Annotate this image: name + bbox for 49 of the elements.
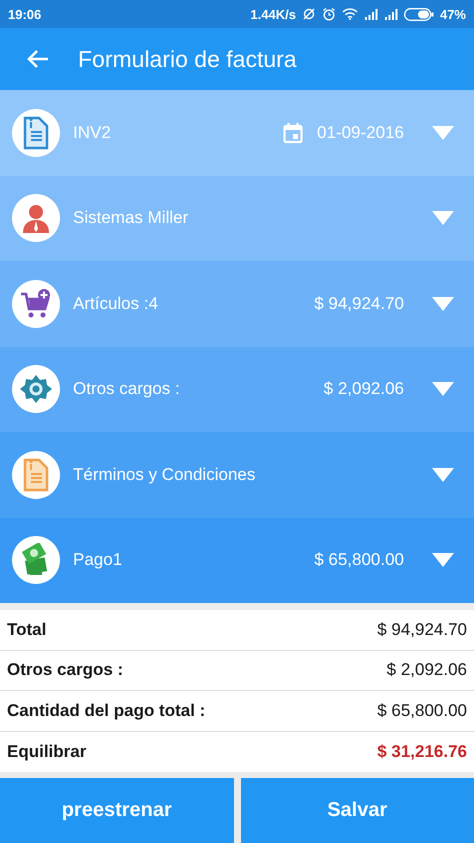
summary-value: $ 2,092.06 [386,660,467,680]
section-amount: $ 2,092.06 [324,379,404,400]
save-button[interactable]: Salvar [240,778,474,843]
section-label: Otros cargos : [73,379,181,400]
money-icon [12,536,60,584]
cart-icon [12,280,60,328]
document-icon [12,450,60,499]
section-label: Sistemas Miller [73,208,190,228]
screen-title: Formulario de factura [78,46,297,72]
network-speed: 1.44K/s [250,6,296,22]
section-row[interactable]: INV2 01-09-2016 [0,90,474,176]
alarm-off-icon [302,7,316,21]
summary-value: $ 65,800.00 [377,700,467,721]
signal-icon [384,8,398,20]
section-row[interactable]: Artículos :4 $ 94,924.70 [0,261,474,346]
document-icon [12,108,60,157]
invoice-date[interactable]: 01-09-2016 [317,122,404,143]
dropdown-caret-icon[interactable] [432,126,454,140]
summary-value: $ 31,216.76 [377,742,467,762]
section-row[interactable]: Sistemas Miller [0,176,474,261]
signal-icon [364,8,378,20]
dropdown-caret-icon[interactable] [432,296,454,311]
gear-icon [12,365,60,414]
section-row[interactable]: Otros cargos : $ 2,092.06 [0,346,474,432]
section-label: Términos y Condiciones [73,464,256,485]
summary-value: $ 94,924.70 [377,620,467,640]
dropdown-caret-icon[interactable] [432,468,454,482]
dropdown-caret-icon[interactable] [432,553,454,568]
battery-percent: 47% [440,6,466,22]
section-label: INV2 [73,122,112,143]
section-label: Pago1 [73,550,124,570]
preview-button[interactable]: preestrenar [0,778,234,843]
section-row[interactable]: Términos y Condiciones [0,432,474,518]
calendar-icon [283,122,304,144]
person-icon [12,194,60,242]
alarm-icon [322,7,336,21]
dropdown-caret-icon[interactable] [432,382,454,396]
summary-label: Cantidad del pago total : [7,700,206,721]
dropdown-caret-icon[interactable] [432,211,454,226]
section-amount: $ 65,800.00 [314,550,404,570]
summary-label: Equilibrar [7,742,86,762]
status-time: 19:06 [8,6,42,22]
section-row[interactable]: Pago1 $ 65,800.00 [0,518,474,603]
wifi-icon [342,8,358,20]
summary-label: Otros cargos : [7,660,124,680]
section-label: Artículos :4 [73,294,160,314]
section-amount: $ 94,924.70 [314,294,404,314]
summary-label: Total [7,620,46,640]
battery-icon [404,8,434,20]
